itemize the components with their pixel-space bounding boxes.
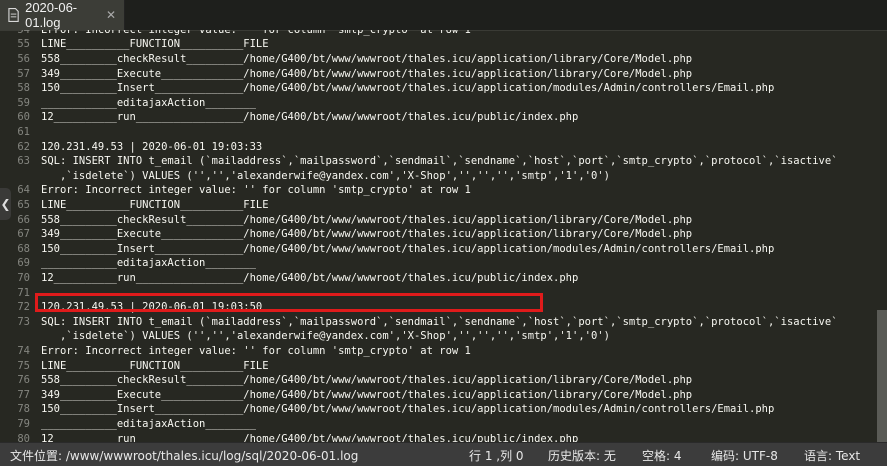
- code-line: 56 558_________checkResult_________/home/…: [0, 52, 887, 67]
- line-number: 59: [17, 96, 30, 109]
- line-number: 63: [17, 155, 30, 168]
- code-line: 60 12__________run_________________/home/…: [0, 110, 887, 125]
- status-indent[interactable]: 空格: 4: [642, 447, 682, 464]
- code-line: 61: [0, 125, 887, 140]
- collapse-arrow-icon[interactable]: ❮: [0, 188, 11, 220]
- line-number: 80: [17, 432, 30, 443]
- code-line: 58 150_________Insert______________/home/…: [0, 81, 887, 96]
- line-number: 62: [17, 140, 30, 153]
- tab-bar: 2020-06-01.log ✕: [0, 0, 887, 31]
- line-text: Error: Incorrect integer value: '' for c…: [41, 344, 471, 357]
- code-line: 57 349_________Execute_____________/home/…: [0, 67, 887, 82]
- code-line: 55 LINE__________FUNCTION__________FILE: [0, 37, 887, 52]
- line-number: 56: [17, 52, 30, 65]
- code-line: 69 ____________editajaxAction________: [0, 256, 887, 271]
- line-text: 558_________checkResult_________/home/G4…: [41, 52, 693, 65]
- line-number: 61: [17, 125, 30, 138]
- status-history[interactable]: 历史版本: 无: [548, 447, 616, 464]
- line-number: 55: [17, 38, 30, 51]
- code-line: 78 150_________Insert______________/home/…: [0, 402, 887, 417]
- line-text: 150_________Insert______________/home/G4…: [41, 403, 775, 416]
- code-editor[interactable]: 54 Error: Incorrect integer value: '' for…: [0, 30, 887, 442]
- line-number: 58: [17, 82, 30, 95]
- line-text: 558_________checkResult_________/home/G4…: [41, 374, 693, 387]
- line-number: 70: [17, 271, 30, 284]
- line-number: 72: [17, 301, 30, 314]
- vertical-scrollbar[interactable]: [877, 310, 887, 442]
- line-text: LINE__________FUNCTION__________FILE: [41, 359, 269, 372]
- code-line: 62 120.231.49.53 | 2020-06-01 19:03:33: [0, 140, 887, 155]
- line-text: 12__________run_________________/home/G4…: [41, 432, 579, 443]
- line-text: 12__________run_________________/home/G4…: [41, 111, 579, 124]
- line-number: 68: [17, 242, 30, 255]
- line-text: 349_________Execute_____________/home/G4…: [41, 388, 693, 401]
- line-text: 558_________checkResult_________/home/G4…: [41, 213, 693, 226]
- line-text: 349_________Execute_____________/home/G4…: [41, 67, 693, 80]
- line-number: 77: [17, 388, 30, 401]
- line-number: 54: [0, 30, 30, 37]
- code-line: 80 12__________run_________________/home/…: [0, 432, 887, 443]
- line-text: ____________editajaxAction________: [41, 417, 256, 430]
- line-text: ____________editajaxAction________: [41, 257, 256, 270]
- code-line: 65 LINE__________FUNCTION__________FILE: [0, 198, 887, 213]
- error-highlight-box: [35, 293, 543, 312]
- tab-file[interactable]: 2020-06-01.log ✕: [0, 0, 125, 30]
- line-number: 78: [17, 403, 30, 416]
- line-text: Error: Incorrect integer value: '' for c…: [41, 184, 471, 197]
- line-text: 150_________Insert______________/home/G4…: [41, 242, 775, 255]
- status-encoding[interactable]: 编码: UTF-8: [711, 447, 778, 464]
- document-icon: [8, 8, 19, 22]
- line-number: 57: [17, 67, 30, 80]
- line-text: SQL: INSERT INTO t_email (`mailaddress`,…: [41, 155, 838, 168]
- line-text: ,`isdelete`) VALUES ('','','alexanderwif…: [41, 169, 610, 182]
- line-number: 75: [17, 359, 30, 372]
- status-bar: 文件位置: /www/wwwroot/thales.icu/log/sql/20…: [0, 442, 887, 466]
- line-number: 67: [17, 228, 30, 241]
- code-line: 66 558_________checkResult_________/home/…: [0, 213, 887, 228]
- code-line: ,`isdelete`) VALUES ('','','alexanderwif…: [0, 169, 887, 184]
- code-line: 67 349_________Execute_____________/home/…: [0, 227, 887, 242]
- line-number: 76: [17, 374, 30, 387]
- code-line: ,`isdelete`) VALUES ('','','alexanderwif…: [0, 329, 887, 344]
- line-text: 12__________run_________________/home/G4…: [41, 271, 579, 284]
- close-icon[interactable]: ✕: [106, 8, 116, 22]
- code-line: 64 Error: Incorrect integer value: '' for…: [0, 183, 887, 198]
- line-text: SQL: INSERT INTO t_email (`mailaddress`,…: [41, 315, 838, 328]
- code-line: 59 ____________editajaxAction________: [0, 96, 887, 111]
- status-language[interactable]: 语言: Text: [804, 447, 860, 464]
- line-text: 349_________Execute_____________/home/G4…: [41, 228, 693, 241]
- line-number: 69: [17, 257, 30, 270]
- code-line: 79 ____________editajaxAction________: [0, 417, 887, 432]
- line-text: 150_________Insert______________/home/G4…: [41, 82, 775, 95]
- code-line: 76 558_________checkResult_________/home/…: [0, 373, 887, 388]
- status-file-path[interactable]: 文件位置: /www/wwwroot/thales.icu/log/sql/20…: [10, 447, 358, 464]
- line-text: ____________editajaxAction________: [41, 96, 256, 109]
- tab-title: 2020-06-01.log: [25, 0, 78, 30]
- code-line: 70 12__________run_________________/home/…: [0, 271, 887, 286]
- code-line: 77 349_________Execute_____________/home/…: [0, 388, 887, 403]
- code-line: 73 SQL: INSERT INTO t_email (`mailaddress…: [0, 315, 887, 330]
- line-text: LINE__________FUNCTION__________FILE: [41, 38, 269, 51]
- code-line: 74 Error: Incorrect integer value: '' for…: [0, 344, 887, 359]
- line-number: 74: [17, 344, 30, 357]
- line-text: Error: Incorrect integer value: '' for c…: [41, 30, 471, 37]
- line-number: 73: [17, 315, 30, 328]
- line-number: 79: [17, 417, 30, 430]
- code-line: 63 SQL: INSERT INTO t_email (`mailaddress…: [0, 154, 887, 169]
- line-text: LINE__________FUNCTION__________FILE: [41, 198, 269, 211]
- line-number: 71: [17, 286, 30, 299]
- code-line: 54 Error: Incorrect integer value: '' for…: [0, 30, 887, 37]
- code-line: 68 150_________Insert______________/home/…: [0, 242, 887, 257]
- line-number: 60: [17, 111, 30, 124]
- status-cursor-position[interactable]: 行 1 ,列 0: [469, 447, 524, 464]
- code-line: 75 LINE__________FUNCTION__________FILE: [0, 359, 887, 374]
- line-text: ,`isdelete`) VALUES ('','','alexanderwif…: [41, 330, 610, 343]
- line-text: 120.231.49.53 | 2020-06-01 19:03:33: [41, 140, 263, 153]
